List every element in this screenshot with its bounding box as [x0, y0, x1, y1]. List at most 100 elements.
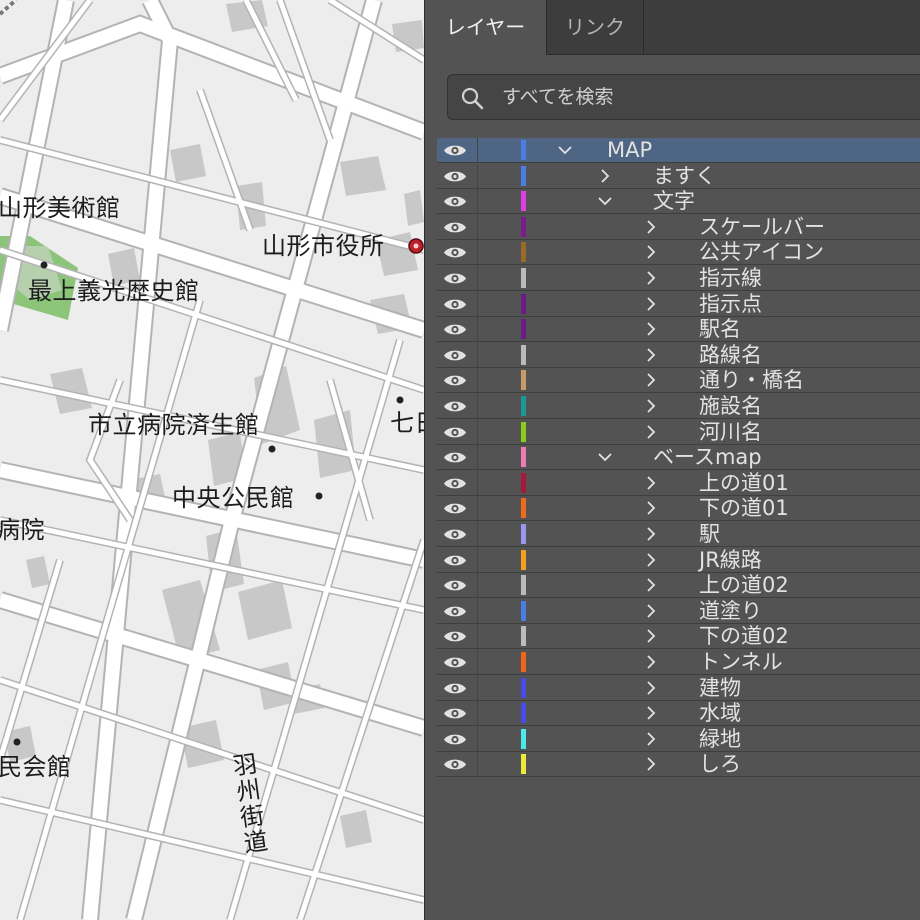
- chevron-right-icon[interactable]: [643, 680, 659, 696]
- chevron-right-icon[interactable]: [597, 168, 613, 184]
- eye-visibility-icon[interactable]: [443, 194, 467, 209]
- layer-name[interactable]: 駅: [699, 522, 720, 546]
- layer-row[interactable]: ベースmap: [437, 445, 920, 470]
- layer-row[interactable]: スケールバー: [437, 215, 920, 240]
- eye-visibility-icon[interactable]: [443, 732, 467, 747]
- layer-row[interactable]: 公共アイコン: [437, 240, 920, 265]
- layer-name[interactable]: 公共アイコン: [699, 240, 824, 264]
- layer-row[interactable]: しろ: [437, 752, 920, 777]
- lock-toggle-cell[interactable]: [478, 368, 518, 392]
- chevron-right-icon[interactable]: [643, 628, 659, 644]
- eye-visibility-icon[interactable]: [443, 681, 467, 696]
- lock-toggle-cell[interactable]: [478, 445, 518, 469]
- layer-name[interactable]: 文字: [653, 189, 695, 213]
- layer-name[interactable]: JR線路: [699, 548, 762, 572]
- chevron-down-icon[interactable]: [597, 449, 613, 465]
- eye-visibility-icon[interactable]: [443, 297, 467, 312]
- lock-toggle-cell[interactable]: [478, 727, 518, 751]
- layer-row[interactable]: 建物: [437, 676, 920, 701]
- eye-visibility-icon[interactable]: [443, 399, 467, 414]
- eye-visibility-icon[interactable]: [443, 757, 467, 772]
- layer-row[interactable]: 上の道01: [437, 471, 920, 496]
- layer-name[interactable]: ますく: [653, 164, 716, 188]
- chevron-right-icon[interactable]: [643, 296, 659, 312]
- layer-name[interactable]: しろ: [699, 752, 741, 776]
- lock-toggle-cell[interactable]: [478, 138, 518, 162]
- layer-name[interactable]: 駅名: [699, 317, 741, 341]
- eye-visibility-icon[interactable]: [443, 604, 467, 619]
- layer-row[interactable]: 下の道02: [437, 624, 920, 649]
- eye-visibility-icon[interactable]: [443, 578, 467, 593]
- layer-name[interactable]: 緑地: [699, 727, 741, 751]
- layer-name[interactable]: 建物: [699, 676, 741, 700]
- layer-name[interactable]: 上の道01: [699, 471, 789, 495]
- layer-row[interactable]: 下の道01: [437, 496, 920, 521]
- lock-toggle-cell[interactable]: [478, 471, 518, 495]
- chevron-right-icon[interactable]: [643, 347, 659, 363]
- lock-toggle-cell[interactable]: [478, 317, 518, 341]
- tab-links[interactable]: リンク: [547, 0, 643, 54]
- layer-row[interactable]: JR線路: [437, 548, 920, 573]
- lock-toggle-cell[interactable]: [478, 189, 518, 213]
- eye-visibility-icon[interactable]: [443, 450, 467, 465]
- lock-toggle-cell[interactable]: [478, 215, 518, 239]
- eye-visibility-icon[interactable]: [443, 553, 467, 568]
- layer-name[interactable]: 河川名: [699, 420, 762, 444]
- layer-name[interactable]: 指示線: [699, 266, 762, 290]
- eye-visibility-icon[interactable]: [443, 476, 467, 491]
- layer-row[interactable]: 通り・橋名: [437, 368, 920, 393]
- lock-toggle-cell[interactable]: [478, 240, 518, 264]
- eye-visibility-icon[interactable]: [443, 322, 467, 337]
- chevron-right-icon[interactable]: [643, 526, 659, 542]
- layer-name[interactable]: 下の道02: [699, 624, 789, 648]
- layer-name[interactable]: トンネル: [699, 650, 783, 674]
- layer-name[interactable]: ベースmap: [653, 445, 762, 469]
- lock-toggle-cell[interactable]: [478, 394, 518, 418]
- eye-visibility-icon[interactable]: [443, 220, 467, 235]
- layer-row[interactable]: 水域: [437, 701, 920, 726]
- lock-toggle-cell[interactable]: [478, 650, 518, 674]
- chevron-right-icon[interactable]: [643, 654, 659, 670]
- layer-name[interactable]: 路線名: [699, 343, 762, 367]
- layer-row[interactable]: 文字: [437, 189, 920, 214]
- lock-toggle-cell[interactable]: [478, 624, 518, 648]
- lock-toggle-cell[interactable]: [478, 548, 518, 572]
- chevron-right-icon[interactable]: [643, 270, 659, 286]
- layer-row[interactable]: 指示線: [437, 266, 920, 291]
- layer-name[interactable]: 通り・橋名: [699, 368, 804, 392]
- chevron-right-icon[interactable]: [643, 321, 659, 337]
- lock-toggle-cell[interactable]: [478, 164, 518, 188]
- chevron-down-icon[interactable]: [597, 193, 613, 209]
- layer-row[interactable]: 指示点: [437, 292, 920, 317]
- chevron-right-icon[interactable]: [643, 475, 659, 491]
- layer-name[interactable]: 水域: [699, 701, 741, 725]
- chevron-right-icon[interactable]: [643, 756, 659, 772]
- chevron-right-icon[interactable]: [643, 372, 659, 388]
- layer-name[interactable]: 道塗り: [699, 599, 762, 623]
- lock-toggle-cell[interactable]: [478, 522, 518, 546]
- chevron-right-icon[interactable]: [643, 398, 659, 414]
- eye-visibility-icon[interactable]: [443, 425, 467, 440]
- chevron-right-icon[interactable]: [643, 603, 659, 619]
- eye-visibility-icon[interactable]: [443, 629, 467, 644]
- layer-row[interactable]: ますく: [437, 164, 920, 189]
- chevron-right-icon[interactable]: [643, 731, 659, 747]
- tab-layers[interactable]: レイヤー: [425, 0, 546, 55]
- lock-toggle-cell[interactable]: [478, 292, 518, 316]
- eye-visibility-icon[interactable]: [443, 706, 467, 721]
- eye-visibility-icon[interactable]: [443, 271, 467, 286]
- layer-name[interactable]: 下の道01: [699, 496, 789, 520]
- chevron-right-icon[interactable]: [643, 552, 659, 568]
- lock-toggle-cell[interactable]: [478, 496, 518, 520]
- layer-row[interactable]: 緑地: [437, 727, 920, 752]
- layer-row[interactable]: 駅: [437, 522, 920, 547]
- chevron-right-icon[interactable]: [643, 705, 659, 721]
- lock-toggle-cell[interactable]: [478, 752, 518, 776]
- layer-row[interactable]: トンネル: [437, 650, 920, 675]
- chevron-right-icon[interactable]: [643, 219, 659, 235]
- layer-search-box[interactable]: [447, 74, 920, 120]
- layer-row[interactable]: 道塗り: [437, 599, 920, 624]
- layer-row[interactable]: 河川名: [437, 420, 920, 445]
- lock-toggle-cell[interactable]: [478, 343, 518, 367]
- lock-toggle-cell[interactable]: [478, 599, 518, 623]
